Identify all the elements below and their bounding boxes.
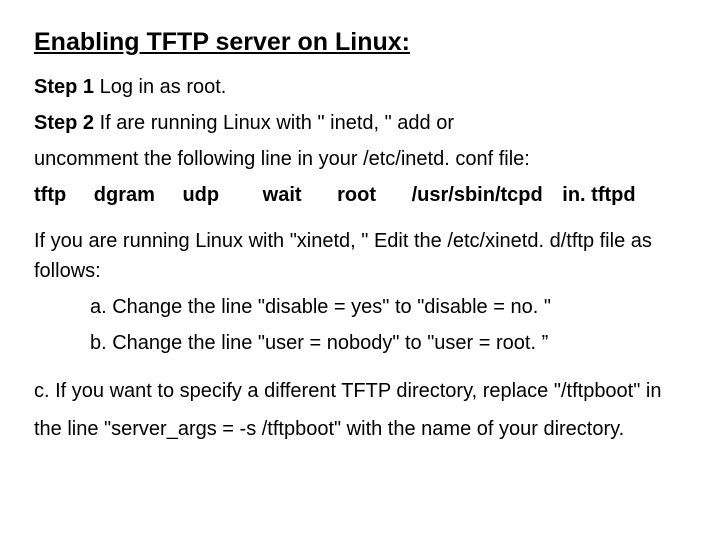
cfg-root: root <box>337 180 376 210</box>
step-2-text: If are running Linux with " inetd, " add… <box>94 112 454 134</box>
config-line: tftp dgram udp wait root /usr/sbin/tcpd … <box>34 180 686 210</box>
uncomment-line: uncomment the following line in your /et… <box>34 144 686 174</box>
cfg-daemon: in. tftpd <box>562 180 635 210</box>
cfg-tftp: tftp <box>34 180 66 210</box>
cfg-udp: udp <box>182 180 219 210</box>
page-title: Enabling TFTP server on Linux: <box>34 24 686 62</box>
document-page: Enabling TFTP server on Linux: Step 1 Lo… <box>0 0 720 448</box>
step-1: Step 1 Log in as root. <box>34 72 686 102</box>
item-c: c. If you want to specify a different TF… <box>34 372 686 448</box>
item-b: b. Change the line "user = nobody" to "u… <box>34 328 686 358</box>
step-2: Step 2 If are running Linux with " inetd… <box>34 108 686 138</box>
cfg-dgram: dgram <box>94 180 155 210</box>
step-1-text: Log in as root. <box>94 76 226 98</box>
cfg-wait: wait <box>263 180 302 210</box>
step-1-label: Step 1 <box>34 76 94 98</box>
cfg-path: /usr/sbin/tcpd <box>412 180 543 210</box>
step-2-label: Step 2 <box>34 112 94 134</box>
item-a: a. Change the line "disable = yes" to "d… <box>34 292 686 322</box>
xinetd-intro: If you are running Linux with "xinetd, "… <box>34 226 686 286</box>
